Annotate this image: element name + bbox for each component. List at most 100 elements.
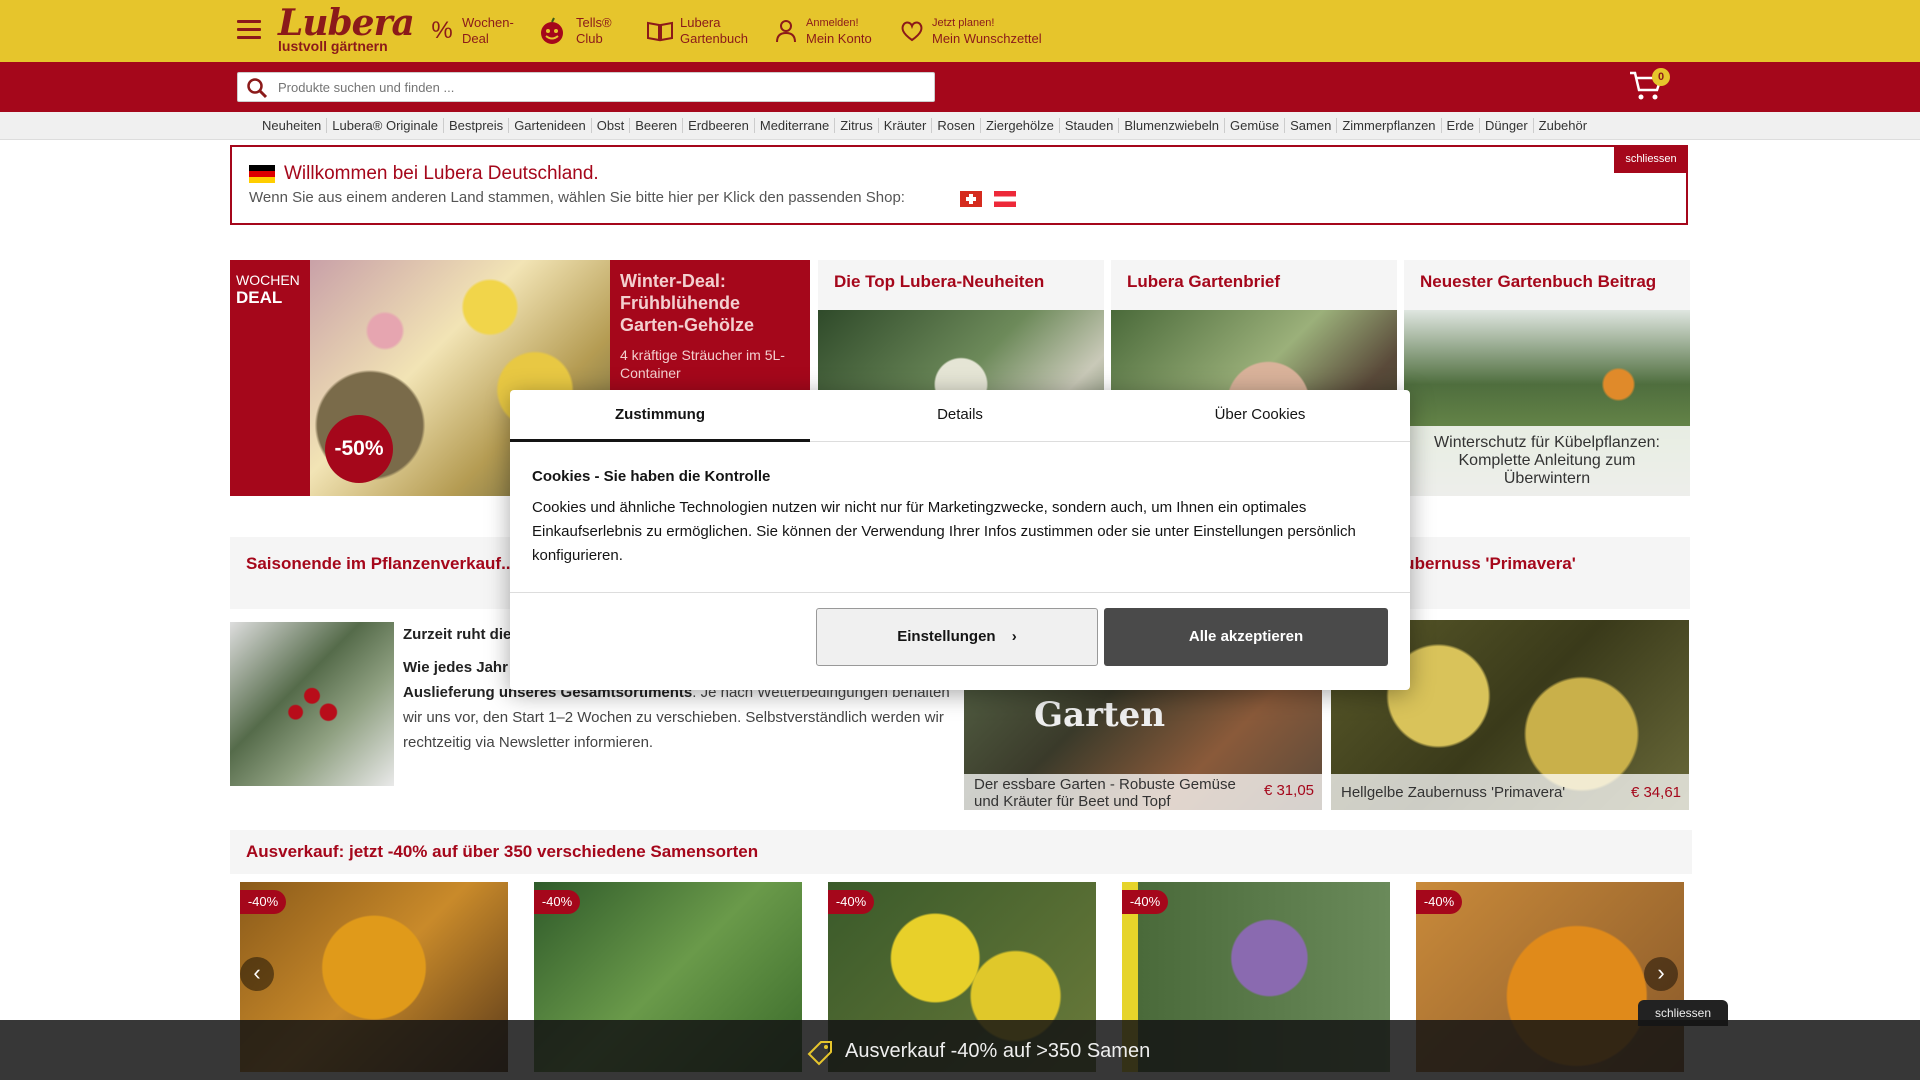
tile-gartenbuch-title: Neuester Gartenbuch Beitrag: [1420, 272, 1657, 291]
nav-konto-line2: Mein Konto: [806, 31, 872, 46]
product-essbare-garten-price: € 31,05: [1263, 782, 1314, 799]
nav-tells-club[interactable]: Tells® Club: [534, 14, 612, 48]
welcome-close-button[interactable]: schliessen: [1614, 145, 1688, 173]
category-item[interactable]: Mediterrane: [753, 118, 834, 133]
welcome-text: Wenn Sie aus einem anderen Land stammen,…: [249, 189, 905, 206]
bottom-promo-text: Ausverkauf -40% auf >350 Samen: [845, 1040, 1151, 1062]
product-zaubernuss-price: € 34,61: [1630, 784, 1681, 801]
menu-icon[interactable]: [237, 20, 261, 40]
chevron-right-icon: ›: [1011, 628, 1017, 645]
cookie-settings-label: Einstellungen: [897, 628, 996, 645]
category-item[interactable]: Gartenideen: [508, 118, 591, 133]
heart-icon: [898, 17, 926, 45]
germany-flag-icon: [249, 165, 275, 183]
carousel-prev-button[interactable]: ‹: [240, 957, 274, 991]
category-item[interactable]: Samen: [1284, 118, 1336, 133]
category-item[interactable]: Zimmerpflanzen: [1336, 118, 1440, 133]
nav-tells-line1: Tells®: [576, 15, 612, 30]
holly-image: [230, 622, 394, 786]
category-list: Neuheiten Lubera® Originale Bestpreis Garte…: [262, 118, 1592, 133]
deal-discount-badge: -50%: [325, 415, 393, 483]
user-icon: [772, 17, 800, 45]
book-icon: [646, 17, 674, 45]
nav-wochendeal-line2: Deal: [462, 31, 489, 46]
seed-discount-badge: -40%: [240, 890, 286, 914]
tile-gartenbrief-title: Lubera Gartenbrief: [1127, 272, 1281, 291]
deal-title: Winter-Deal: Frühblühende Garten-Gehölze: [620, 271, 755, 335]
nav-mein-konto[interactable]: Anmelden! Mein Konto: [772, 14, 872, 48]
search-input[interactable]: [278, 73, 918, 101]
logo[interactable]: Lubera lustvoll gärtnern: [278, 2, 415, 56]
category-item[interactable]: Zubehör: [1532, 118, 1592, 133]
search-box[interactable]: [237, 72, 935, 102]
nav-wunsch-line2: Mein Wunschzettel: [932, 31, 1042, 46]
product-essbare-garten-name: Der essbare Garten - Robuste Gemüse und …: [974, 776, 1236, 810]
logo-tagline: lustvoll gärtnern: [278, 38, 388, 54]
category-item[interactable]: Stauden: [1058, 118, 1118, 133]
nav-gartenbuch[interactable]: Lubera Gartenbuch: [646, 14, 748, 48]
cookie-title: Cookies - Sie haben die Kontrolle: [532, 468, 771, 485]
category-item[interactable]: Kräuter: [877, 118, 932, 133]
seed-discount-badge: -40%: [1122, 890, 1168, 914]
nav-gartenbuch-line1: Lubera: [680, 15, 721, 30]
tab-details[interactable]: Details: [810, 390, 1110, 442]
tag-icon: [805, 1038, 835, 1068]
nav-wunschzettel[interactable]: Jetzt planen! Mein Wunschzettel: [898, 14, 1042, 48]
nav-gartenbuch-line2: Gartenbuch: [680, 31, 748, 46]
cookie-settings-button[interactable]: Einstellungen ›: [816, 608, 1098, 666]
welcome-banner: Willkommen bei Lubera Deutschland. Wenn …: [230, 145, 1688, 225]
welcome-title: Willkommen bei Lubera Deutschland.: [284, 163, 599, 184]
deal-label: WOCHEN DEAL: [230, 260, 310, 496]
austria-flag-icon[interactable]: [994, 191, 1016, 207]
product-essbare-garten-caption: Der essbare Garten - Robuste Gemüse und …: [964, 774, 1322, 810]
section-body-heading: Zurzeit ruht die: [403, 626, 512, 643]
tab-ueber-cookies[interactable]: Über Cookies: [1110, 390, 1410, 442]
category-item[interactable]: Ziergehölze: [979, 118, 1059, 133]
nav-wunsch-line1: Jetzt planen!: [932, 17, 995, 29]
search-icon[interactable]: [246, 77, 268, 99]
section-body-bold: Wie jedes Jahr: [403, 659, 508, 676]
cookie-tabs: Zustimmung Details Über Cookies: [510, 390, 1410, 442]
percent-icon: %: [431, 17, 453, 44]
seed-discount-badge: -40%: [828, 890, 874, 914]
nav-wochendeal[interactable]: % Wochen- Deal: [428, 14, 514, 48]
category-item[interactable]: Lubera® Originale: [326, 118, 443, 133]
top-header: Lubera lustvoll gärtnern % Wochen- Deal T…: [0, 0, 1920, 62]
tile-gartenbuch-caption: Winterschutz für Kübelpflanzen: Komplett…: [1404, 426, 1690, 496]
cart-count-badge: 0: [1652, 68, 1670, 86]
nav-wochendeal-line1: Wochen-: [462, 15, 514, 30]
product-essbare-garten-overlay: Garten: [1034, 695, 1166, 735]
deal-label-bottom: DEAL: [236, 288, 283, 307]
category-item[interactable]: Erdbeeren: [682, 118, 754, 133]
category-item[interactable]: Zitrus: [834, 118, 878, 133]
category-item[interactable]: Erde: [1440, 118, 1479, 133]
bottom-promo-bar[interactable]: Ausverkauf -40% auf >350 Samen: [0, 1020, 1920, 1080]
deal-label-top: WOCHEN: [236, 272, 300, 288]
nav-konto-line1: Anmelden!: [806, 17, 859, 29]
seed-discount-badge: -40%: [534, 890, 580, 914]
switzerland-flag-icon[interactable]: [960, 191, 982, 207]
category-item[interactable]: Dünger: [1479, 118, 1533, 133]
category-item[interactable]: Neuheiten: [262, 118, 326, 133]
carousel-next-button[interactable]: ›: [1644, 957, 1678, 991]
category-item[interactable]: Beeren: [629, 118, 682, 133]
category-item[interactable]: Obst: [590, 118, 629, 133]
seed-discount-badge: -40%: [1416, 890, 1462, 914]
tile-gartenbuch[interactable]: Neuester Gartenbuch Beitrag Winterschutz…: [1404, 260, 1690, 496]
category-item[interactable]: Blumenzwiebeln: [1118, 118, 1224, 133]
deal-description: 4 kräftige Sträucher im 5L-Container: [620, 347, 785, 381]
category-item[interactable]: Gemüse: [1224, 118, 1284, 133]
apple-icon: [534, 17, 570, 45]
tab-zustimmung[interactable]: Zustimmung: [510, 390, 810, 442]
category-item[interactable]: Rosen: [931, 118, 980, 133]
cookie-accept-all-button[interactable]: Alle akzeptieren: [1104, 608, 1388, 666]
tile-neuheiten-title: Die Top Lubera-Neuheiten: [834, 272, 1045, 291]
product-zaubernuss-caption: Hellgelbe Zaubernuss 'Primavera' € 34,61: [1331, 774, 1689, 810]
category-item[interactable]: Bestpreis: [442, 118, 508, 133]
logo-text: Lubera: [278, 2, 415, 44]
sale-title: Ausverkauf: jetzt -40% auf über 350 vers…: [230, 830, 1692, 874]
category-nav: Neuheiten Lubera® Originale Bestpreis Garte…: [0, 112, 1920, 140]
cookie-dialog: Zustimmung Details Über Cookies Cookies …: [510, 390, 1410, 690]
search-bar: 0: [0, 62, 1920, 112]
nav-tells-line2: Club: [576, 31, 603, 46]
